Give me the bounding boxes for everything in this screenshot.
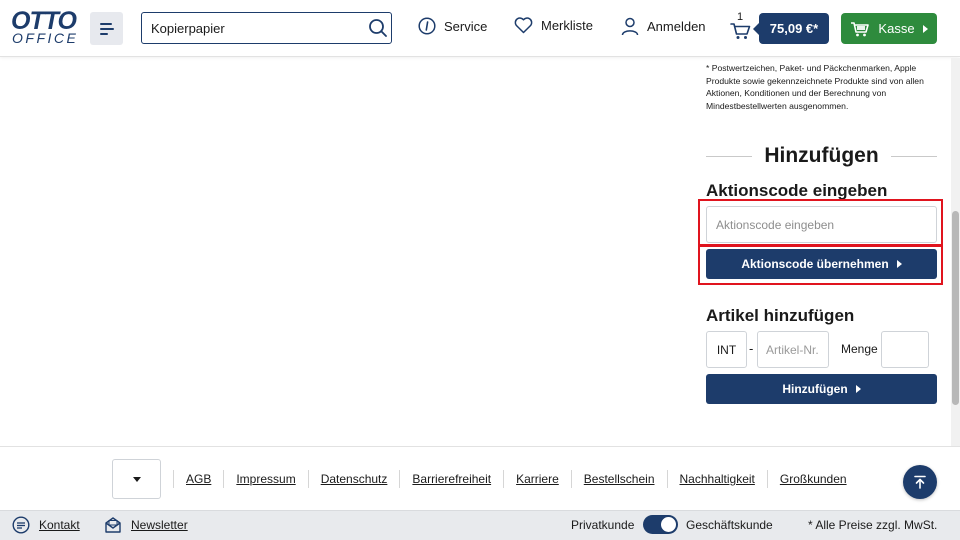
language-select[interactable] (112, 459, 161, 499)
otto-office-logo[interactable]: OTTO OFFICE (11, 7, 79, 46)
quantity-box (881, 331, 929, 368)
service-link[interactable]: Service (418, 17, 487, 35)
article-number-box (757, 331, 829, 368)
chevron-right-icon (922, 24, 928, 33)
checkout-button[interactable]: Kasse (841, 13, 937, 44)
quantity-label: Menge (841, 342, 878, 356)
toggle-knob (661, 517, 676, 532)
footer-link-impressum[interactable]: Impressum (223, 470, 307, 488)
article-dash: - (749, 341, 754, 356)
info-icon (418, 17, 436, 35)
scrollbar-thumb[interactable] (952, 211, 959, 405)
divider (890, 155, 937, 157)
promo-code-input[interactable] (706, 206, 937, 243)
menu-icon (99, 22, 114, 35)
footer-link-datenschutz[interactable]: Datenschutz (307, 470, 400, 488)
chevron-right-icon (855, 385, 861, 393)
footer-nav: AGB Impressum Datenschutz Barrierefreihe… (173, 470, 859, 488)
search-input[interactable] (151, 13, 361, 43)
private-customer-label: Privatkunde (571, 518, 635, 532)
checkout-label: Kasse (878, 21, 915, 36)
checkout-cart-icon (851, 21, 870, 36)
newsletter-icon (105, 517, 121, 533)
chevron-right-icon (896, 260, 902, 268)
contact-label: Kontakt (39, 518, 80, 532)
apply-promo-label: Aktionscode übernehmen (741, 257, 889, 271)
service-label: Service (444, 18, 488, 34)
exclusions-disclaimer: * Postwertzeichen, Paket- und Päckchenma… (706, 63, 924, 111)
quantity-input[interactable] (882, 332, 928, 367)
back-to-top-button[interactable] (903, 465, 937, 499)
wishlist-link[interactable]: Merkliste (514, 17, 593, 34)
login-link[interactable]: Anmelden (621, 17, 706, 36)
login-label: Anmelden (647, 19, 706, 34)
footer-link-grosskunden[interactable]: Großkunden (766, 470, 859, 488)
contact-link[interactable]: Kontakt (12, 516, 80, 534)
footer-link-agb[interactable]: AGB (173, 470, 223, 488)
newsletter-label: Newsletter (131, 518, 188, 532)
business-customer-label: Geschäftskunde (686, 518, 773, 532)
search-box (141, 12, 392, 44)
chat-icon (12, 516, 30, 534)
footer-link-nachhaltigkeit[interactable]: Nachhaltigkeit (666, 470, 767, 488)
newsletter-link[interactable]: Newsletter (104, 516, 188, 534)
logo-bottom-text: OFFICE (12, 30, 79, 46)
cart-icon (730, 23, 751, 39)
vat-note: * Alle Preise zzgl. MwSt. (808, 518, 938, 532)
article-prefix-text: INT (716, 342, 737, 357)
add-section-title: Hinzufügen (764, 144, 879, 167)
article-prefix: INT (706, 331, 747, 368)
apply-promo-button[interactable]: Aktionscode übernehmen (706, 249, 937, 279)
search-icon[interactable] (368, 18, 388, 38)
site-header: OTTO OFFICE Service Merkliste (0, 0, 960, 57)
divider (706, 155, 753, 157)
add-section-heading: Hinzufügen (706, 144, 937, 168)
footer-link-bestellschein[interactable]: Bestellschein (570, 470, 667, 488)
arrow-up-icon (914, 475, 926, 489)
promo-code-heading: Aktionscode eingeben (706, 181, 888, 200)
cart-total: 75,09 €* (769, 21, 819, 36)
caret-down-icon (132, 476, 141, 482)
add-article-heading: Artikel hinzufügen (706, 306, 855, 325)
customer-type-toggle[interactable] (643, 515, 678, 534)
wishlist-label: Merkliste (541, 18, 594, 33)
heart-icon (514, 17, 533, 34)
footer-link-karriere[interactable]: Karriere (503, 470, 571, 488)
cart-total-button[interactable]: 75,09 €* (753, 13, 829, 44)
user-icon (621, 17, 639, 36)
add-article-button[interactable]: Hinzufügen (706, 374, 937, 404)
add-article-label: Hinzufügen (782, 382, 848, 396)
article-number-input[interactable] (758, 332, 828, 367)
menu-button[interactable] (90, 12, 123, 45)
footer-link-barrierefreiheit[interactable]: Barrierefreiheit (399, 470, 503, 488)
